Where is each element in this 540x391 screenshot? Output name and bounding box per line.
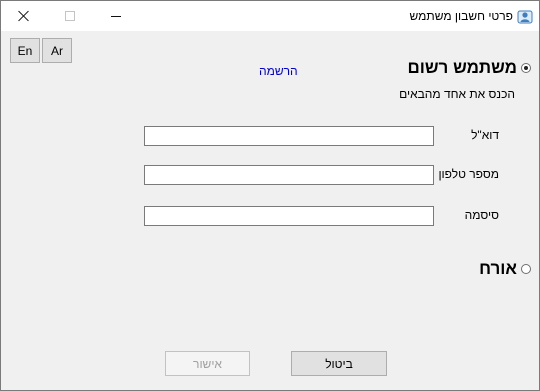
dialog-body: En Ar משתמש רשום הרשמה הכנס את אחד מהבאי… bbox=[1, 31, 539, 390]
language-ar-button[interactable]: Ar bbox=[42, 38, 72, 63]
cancel-button[interactable]: ביטול bbox=[291, 351, 387, 376]
user-account-dialog: פרטי חשבון משתמש En Ar משתמש רשום הרשמה … bbox=[0, 0, 540, 391]
minimize-button[interactable] bbox=[93, 1, 139, 31]
user-account-icon bbox=[517, 10, 533, 24]
registered-user-radio[interactable] bbox=[521, 63, 531, 73]
password-label: סיסמה bbox=[464, 208, 499, 222]
maximize-icon bbox=[65, 11, 75, 21]
email-field[interactable] bbox=[144, 126, 434, 146]
minimize-icon bbox=[111, 15, 121, 17]
close-button[interactable] bbox=[1, 1, 47, 31]
registered-user-label[interactable]: משתמש רשום bbox=[407, 58, 517, 78]
guest-label[interactable]: אורח bbox=[479, 259, 517, 279]
phone-label: מספר טלפון bbox=[438, 167, 499, 181]
login-hint: הכנס את אחד מהבאים bbox=[399, 87, 515, 101]
title-bar[interactable]: פרטי חשבון משתמש bbox=[1, 1, 539, 31]
signup-link[interactable]: הרשמה bbox=[259, 64, 298, 78]
language-en-button[interactable]: En bbox=[10, 38, 40, 63]
guest-radio[interactable] bbox=[521, 264, 531, 274]
maximize-button bbox=[47, 1, 93, 31]
email-label: דוא"ל bbox=[471, 128, 499, 142]
password-field[interactable] bbox=[144, 206, 434, 226]
confirm-button: אישור bbox=[165, 351, 250, 376]
phone-field[interactable] bbox=[144, 165, 434, 185]
close-icon bbox=[18, 10, 30, 22]
window-title: פרטי חשבון משתמש bbox=[409, 9, 513, 23]
